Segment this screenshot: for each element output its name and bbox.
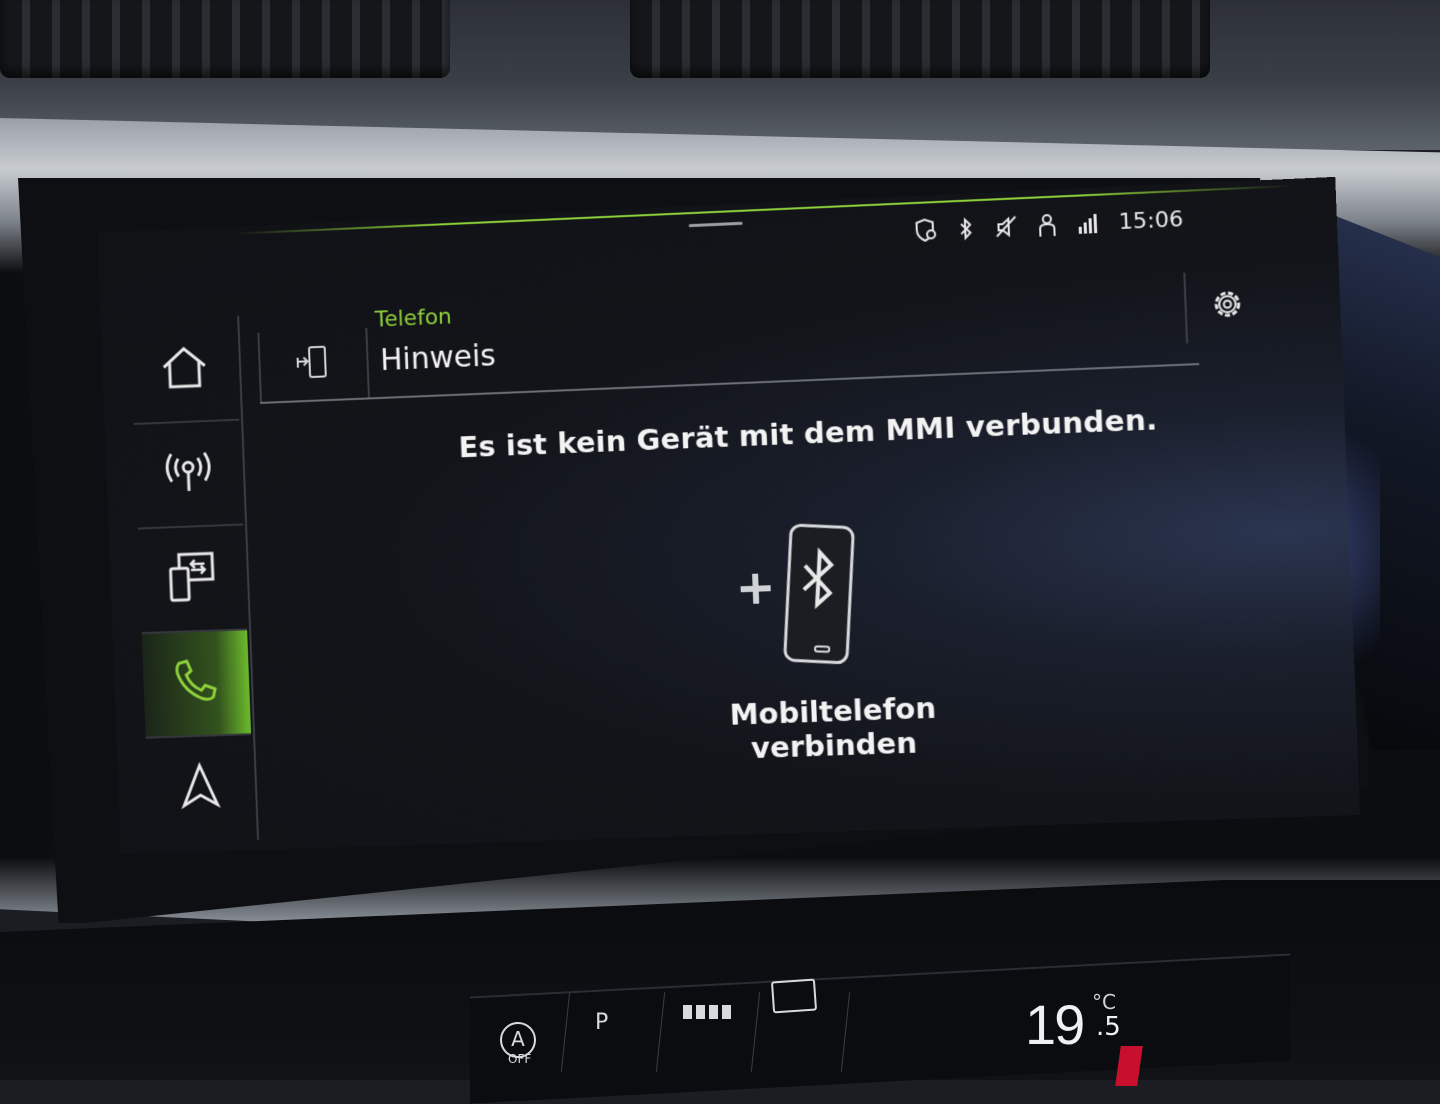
sidebar-item-home[interactable] <box>129 315 240 425</box>
media-icon <box>165 549 220 608</box>
bluetooth-phone-icon <box>730 514 876 679</box>
device-switch-button[interactable] <box>257 328 370 402</box>
status-bar[interactable]: 15:06 <box>912 206 1184 244</box>
home-icon <box>157 340 212 399</box>
parking-heater-label: P <box>595 1010 609 1035</box>
navigation-icon <box>173 759 228 818</box>
radio-icon <box>161 444 216 503</box>
lte-icon <box>1074 210 1101 237</box>
sidebar-item-phone[interactable] <box>141 630 252 739</box>
air-vent-right <box>630 0 1210 78</box>
bluetooth-icon <box>952 215 979 242</box>
person-icon <box>1033 212 1060 239</box>
no-device-message: Es ist kein Gerät mit dem MMI verbunden. <box>458 402 1158 465</box>
main-menu-sidebar <box>129 315 260 844</box>
mmi-screen: 15:06 Telefon Hinweis Es ist kein Gerät … <box>97 176 1361 855</box>
gear-icon <box>1209 286 1245 326</box>
temperature-decimal: .5 <box>1096 1012 1121 1042</box>
display-off-button[interactable] <box>770 978 818 1018</box>
auto-off-label: OFF <box>508 1052 532 1066</box>
location-shield-icon <box>912 217 939 244</box>
page-header: Telefon Hinweis <box>256 269 1270 404</box>
parking-heater-button[interactable]: P <box>595 1010 608 1035</box>
phone-icon <box>169 654 224 713</box>
phone-connect-icon <box>293 342 334 387</box>
settings-button[interactable] <box>1183 269 1270 344</box>
breadcrumb-category: Telefon <box>374 304 453 333</box>
connect-phone-button[interactable]: Mobiltelefon verbinden <box>660 510 990 765</box>
temperature-display[interactable]: 19 <box>1025 992 1085 1057</box>
temperature-unit: °C <box>1092 990 1116 1014</box>
air-vent-left <box>0 0 450 78</box>
sidebar-item-radio[interactable] <box>133 420 244 530</box>
pull-down-handle[interactable] <box>688 221 743 228</box>
seat-heat-icon <box>683 1005 731 1019</box>
mute-icon <box>993 213 1020 240</box>
clock: 15:06 <box>1118 206 1184 235</box>
page-title: Hinweis <box>379 338 497 379</box>
seat-heat-button[interactable] <box>683 1000 731 1025</box>
sidebar-item-navigation[interactable] <box>146 735 255 841</box>
display-off-icon <box>770 978 818 1014</box>
auto-off-button[interactable]: A OFF <box>500 1022 536 1066</box>
temperature-indicator <box>1115 1046 1143 1086</box>
connect-phone-label: Mobiltelefon verbinden <box>728 690 937 766</box>
sidebar-item-media[interactable] <box>137 525 248 635</box>
